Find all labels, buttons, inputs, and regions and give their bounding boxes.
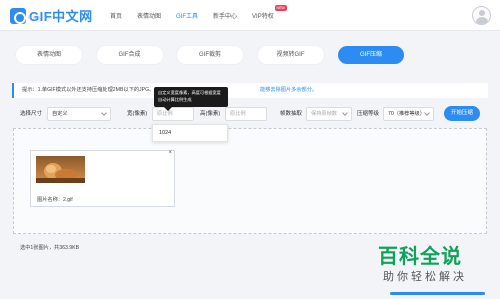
image-name: 图片名称：2.gif — [37, 197, 73, 203]
tab-video-to-gif[interactable]: 视频转GIF — [257, 46, 324, 64]
chevron-down-icon — [424, 110, 430, 116]
frame-label: 帧数抽取 — [280, 111, 303, 117]
tool-tabs: 表情动图 GIF合成 GIF裁剪 视频转GIF GIF压缩 — [16, 46, 419, 64]
nav-emoji-gifs[interactable]: 表情动图 — [137, 11, 161, 20]
nav-home[interactable]: 首页 — [110, 11, 122, 20]
close-icon[interactable]: × — [168, 150, 172, 156]
nav-vip-label: VIP特权 — [252, 14, 274, 20]
notice-tail: 能够去除图片多余部分。 — [260, 87, 318, 93]
frame-select[interactable]: 保持原帧数 — [306, 107, 352, 121]
tab-gif-compress[interactable]: GIF压缩 — [338, 46, 404, 64]
level-label: 压缩等级 — [357, 111, 380, 117]
user-avatar-icon[interactable] — [472, 6, 491, 25]
chevron-down-icon — [342, 110, 348, 116]
compress-options: 选择尺寸 自定义 宽(像素) 原比例 高(像素) 原比例 帧数抽取 保持原帧数 … — [12, 105, 488, 123]
watermark-bar — [390, 292, 485, 295]
size-select[interactable]: 自定义 — [47, 107, 111, 121]
notice-text: 提示：1.单GIF模式以外还支持压缩处理2MB以下的JPG、 — [22, 87, 155, 93]
width-input[interactable]: 原比例 — [152, 107, 194, 121]
tab-gif-compose[interactable]: GIF合成 — [96, 46, 163, 64]
nav-vip[interactable]: VIP特权 NEW — [252, 5, 287, 20]
start-compress-button[interactable]: 开始压缩 — [444, 106, 480, 121]
level-select-value: 70（推荐等级） — [388, 111, 425, 117]
watermark-logo: 百科全说 助你轻松解决 — [370, 240, 490, 296]
tab-emoji-gifs[interactable]: 表情动图 — [16, 46, 82, 64]
top-header: GIF中文网 WWW.GIF.CN 首页 表情动图 GIF工具 新手中心 VIP… — [0, 0, 500, 31]
gif-thumbnail — [36, 156, 85, 183]
upload-dropzone[interactable]: × 图片名称：2.gif — [13, 128, 487, 234]
nav-beginner-center[interactable]: 新手中心 — [213, 11, 237, 20]
width-suggestion-item[interactable]: 1024 — [152, 124, 228, 142]
main-nav: 首页 表情动图 GIF工具 新手中心 VIP特权 NEW — [110, 0, 289, 31]
selection-summary: 选中1张图片，共363.9KB — [20, 245, 80, 251]
logo-icon — [10, 8, 26, 24]
watermark-subtitle: 助你轻松解决 — [383, 271, 467, 283]
width-tooltip: 自定义宽度像素，高度可根据宽度自动计算比例生成 — [154, 87, 228, 111]
logo-subtitle: WWW.GIF.CN — [28, 15, 64, 20]
chevron-down-icon — [101, 110, 107, 116]
frame-select-value: 保持原帧数 — [311, 111, 337, 117]
height-label: 高(像素) — [200, 111, 221, 117]
width-label: 宽(像素) — [127, 111, 148, 117]
image-card[interactable]: × 图片名称：2.gif — [30, 150, 175, 207]
size-select-value: 自定义 — [52, 111, 68, 117]
level-select[interactable]: 70（推荐等级） — [383, 107, 434, 121]
height-input[interactable]: 原比例 — [225, 107, 267, 121]
nav-gif-tools[interactable]: GIF工具 — [176, 11, 198, 20]
new-badge: NEW — [274, 5, 287, 11]
tip-notice: 提示：1.单GIF模式以外还支持压缩处理2MB以下的JPG、 能够去除图片多余部… — [12, 83, 488, 98]
tab-gif-crop[interactable]: GIF裁剪 — [177, 46, 243, 64]
size-label: 选择尺寸 — [20, 111, 43, 117]
watermark-title: 百科全说 — [378, 246, 462, 268]
